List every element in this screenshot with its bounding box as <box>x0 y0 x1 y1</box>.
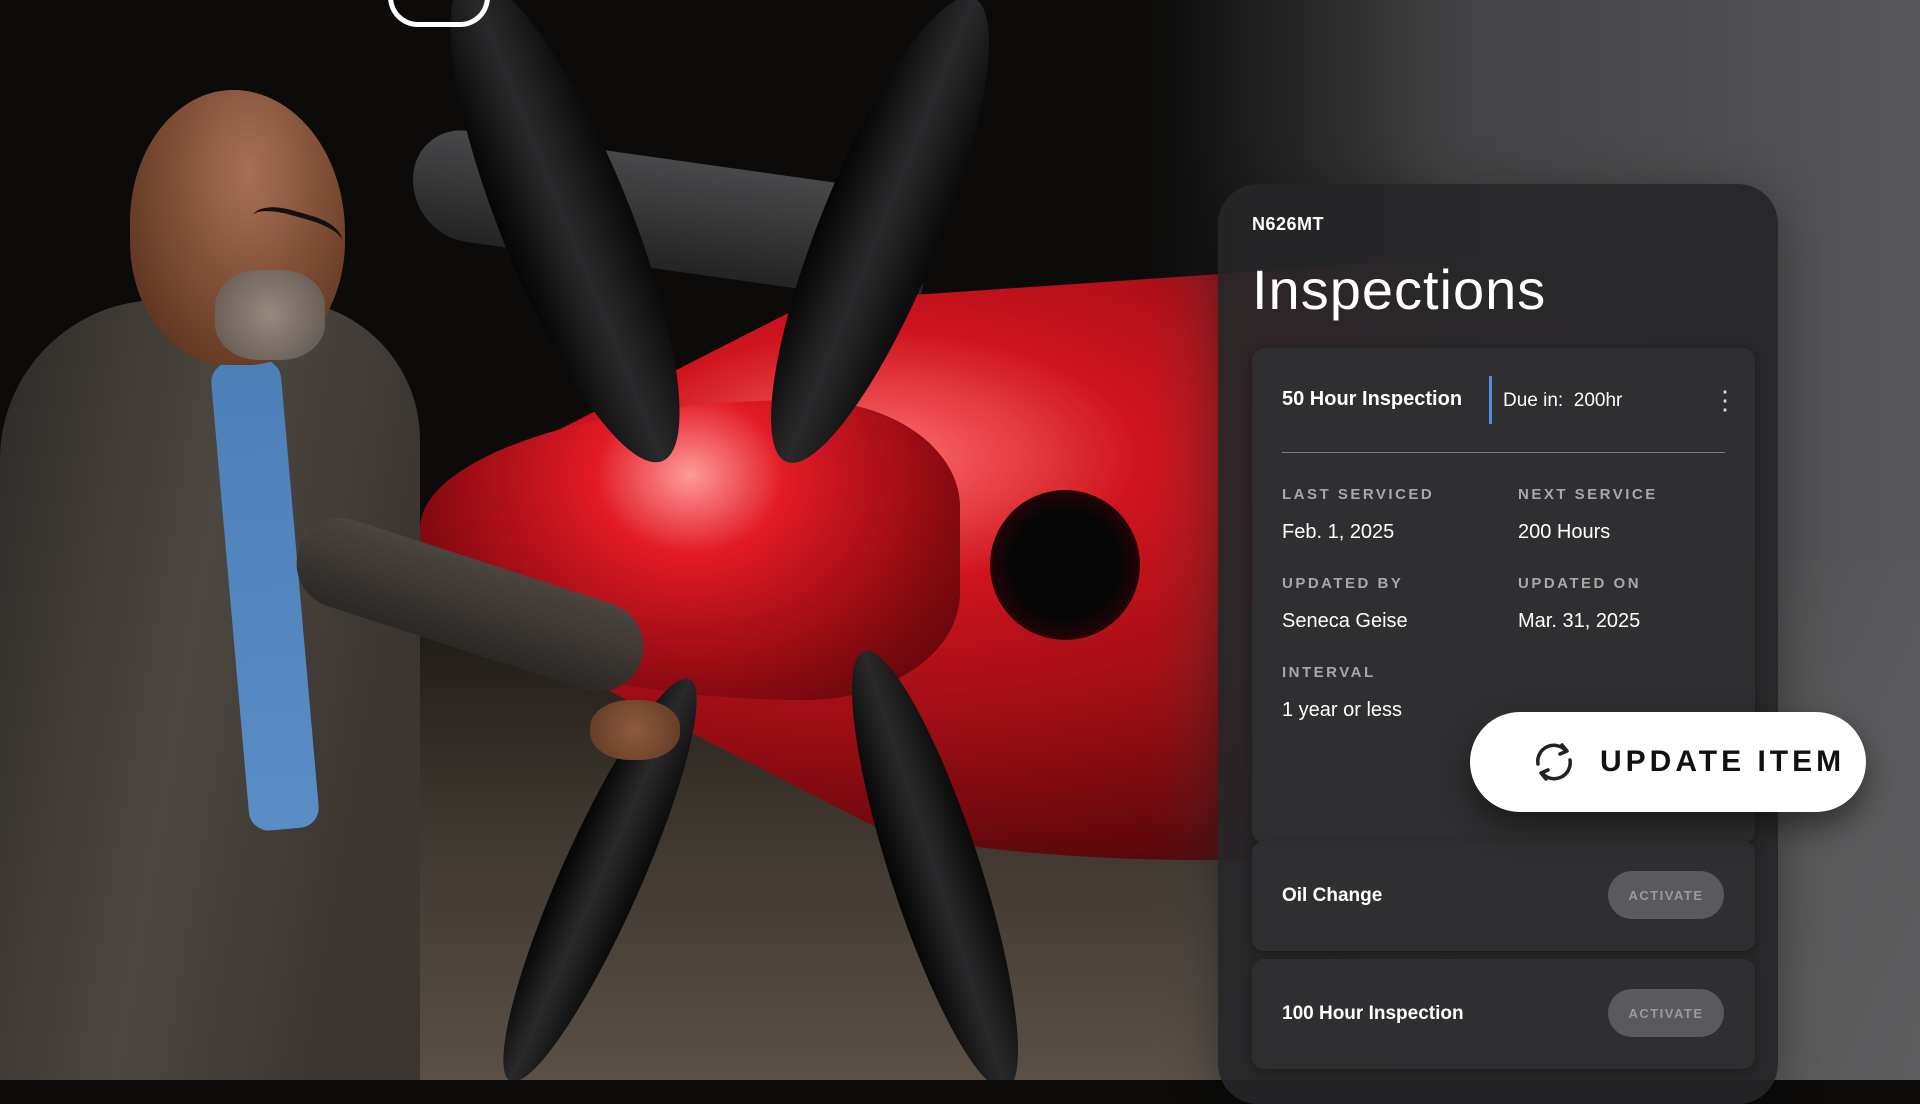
field-updated-by: UPDATED BY Seneca Geise <box>1282 575 1408 633</box>
field-label: LAST SERVICED <box>1282 486 1435 503</box>
inspection-item-name: Oil Change <box>1282 885 1383 906</box>
inspection-item-100-hour[interactable]: 100 Hour Inspection ACTIVATE <box>1252 959 1755 1069</box>
activate-button[interactable]: ACTIVATE <box>1608 989 1724 1037</box>
field-value: Mar. 31, 2025 <box>1518 610 1641 632</box>
due-in: Due in: 200hr <box>1503 390 1622 412</box>
update-item-button[interactable]: UPDATE ITEM <box>1470 712 1866 812</box>
field-label: UPDATED BY <box>1282 575 1404 592</box>
mechanic-beard <box>215 270 325 360</box>
due-value: 200hr <box>1573 390 1623 411</box>
field-value: 200 Hours <box>1518 521 1611 543</box>
more-options-icon[interactable]: ⋮ <box>1712 382 1738 418</box>
inspection-item-name: 50 Hour Inspection <box>1282 388 1463 410</box>
page-title: Inspections <box>1252 258 1547 321</box>
field-label: NEXT SERVICE <box>1518 486 1658 503</box>
engine-intake <box>990 490 1140 640</box>
activate-button[interactable]: ACTIVATE <box>1608 871 1724 919</box>
field-interval: INTERVAL 1 year or less <box>1282 664 1402 722</box>
field-label: UPDATED ON <box>1518 575 1642 592</box>
inspection-item-oil-change[interactable]: Oil Change ACTIVATE <box>1252 841 1755 951</box>
update-item-label: UPDATE ITEM <box>1600 745 1846 778</box>
mechanic-jacket <box>0 300 420 1080</box>
field-last-serviced: LAST SERVICED Feb. 1, 2025 <box>1282 486 1434 544</box>
field-label: INTERVAL <box>1282 664 1376 681</box>
field-value: 1 year or less <box>1282 699 1403 721</box>
mechanic-hand <box>590 700 680 760</box>
chat-bubble-icon <box>388 0 490 27</box>
divider <box>1282 452 1725 453</box>
field-next-service: NEXT SERVICE 200 Hours <box>1518 486 1658 544</box>
field-value: Seneca Geise <box>1282 610 1408 632</box>
tail-number: N626MT <box>1252 214 1325 234</box>
field-value: Feb. 1, 2025 <box>1282 521 1395 543</box>
inspections-panel: N626MT Inspections 50 Hour Inspection Du… <box>1218 184 1778 1104</box>
accent-divider <box>1489 376 1492 424</box>
inspection-item-name: 100 Hour Inspection <box>1282 1003 1464 1024</box>
due-label: Due in: <box>1503 390 1564 411</box>
field-updated-on: UPDATED ON Mar. 31, 2025 <box>1518 575 1641 633</box>
refresh-icon <box>1536 743 1572 781</box>
